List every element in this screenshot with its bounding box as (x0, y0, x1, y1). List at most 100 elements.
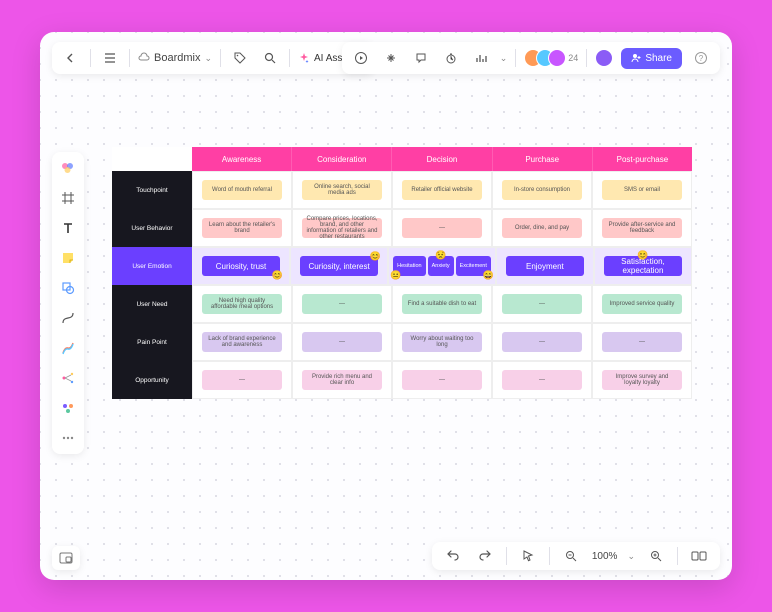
journey-cell[interactable]: — (292, 323, 392, 361)
timer-icon[interactable] (440, 47, 462, 69)
sticky-note[interactable]: Lack of brand experience and awareness (202, 332, 281, 352)
journey-cell[interactable]: — (492, 323, 592, 361)
sticky-note[interactable]: Satisfaction, expectation😊 (604, 256, 681, 276)
comment-icon[interactable] (410, 47, 432, 69)
journey-cell[interactable]: Worry about waiting too long (392, 323, 492, 361)
color-palette-tool[interactable] (58, 158, 78, 178)
row-label[interactable]: User Emotion (112, 247, 192, 285)
zoom-out-icon[interactable] (560, 545, 582, 567)
sticky-note[interactable]: SMS or email (602, 180, 681, 200)
chart-icon[interactable] (470, 47, 492, 69)
sticky-note[interactable]: Anxiety😟 (428, 256, 454, 276)
sticky-note[interactable]: — (302, 332, 381, 352)
stamp-tool[interactable] (58, 398, 78, 418)
menu-icon[interactable] (99, 47, 121, 69)
chevron-down-icon[interactable]: ⌄ (627, 551, 635, 562)
pages-icon[interactable] (688, 545, 710, 567)
row-label[interactable]: Pain Point (112, 323, 192, 361)
redo-icon[interactable] (474, 545, 496, 567)
journey-cell[interactable]: Lack of brand experience and awareness (192, 323, 292, 361)
journey-cell[interactable]: Retailer official website (392, 171, 492, 209)
brand-selector[interactable]: Boardmix ⌄ (138, 52, 212, 64)
sticky-note[interactable]: — (302, 294, 381, 314)
help-icon[interactable]: ? (690, 47, 712, 69)
journey-cell[interactable]: — (392, 361, 492, 399)
sticky-note[interactable]: Learn about the retailer's brand (202, 218, 281, 238)
sticky-note[interactable]: Curiosity, interest😊 (300, 256, 377, 276)
journey-map[interactable]: Awareness Consideration Decision Purchas… (112, 147, 692, 399)
cursor-icon[interactable] (517, 545, 539, 567)
text-tool[interactable] (58, 218, 78, 238)
journey-cell[interactable]: Order, dine, and pay (492, 209, 592, 247)
sticky-note[interactable]: Hesitation😐 (393, 256, 425, 276)
sticky-note[interactable]: — (502, 294, 581, 314)
journey-cell[interactable]: — (592, 323, 692, 361)
sticky-note[interactable]: — (402, 218, 481, 238)
journey-cell[interactable]: Provide after-service and feedback (592, 209, 692, 247)
sticky-note[interactable]: — (402, 370, 481, 390)
sticky-note[interactable]: Word of mouth referral (202, 180, 281, 200)
sticky-note[interactable]: Worry about waiting too long (402, 332, 481, 352)
sticky-note[interactable]: Find a suitable dish to eat (402, 294, 481, 314)
column-header[interactable]: Purchase (493, 147, 593, 171)
journey-cell[interactable]: Learn about the retailer's brand (192, 209, 292, 247)
column-header[interactable]: Awareness (192, 147, 292, 171)
sticky-note[interactable]: Curiosity, trust😊 (202, 256, 279, 276)
sticky-note[interactable]: — (502, 370, 581, 390)
sticky-note[interactable]: Provide rich menu and clear info (302, 370, 381, 390)
collaborator-avatars[interactable]: 24 (524, 49, 578, 67)
journey-cell[interactable]: Provide rich menu and clear info (292, 361, 392, 399)
undo-icon[interactable] (442, 545, 464, 567)
chevron-down-icon[interactable]: ⌄ (500, 53, 508, 64)
minimap-toggle[interactable] (52, 546, 80, 570)
column-header[interactable]: Post-purchase (593, 147, 692, 171)
journey-cell[interactable]: — (392, 209, 492, 247)
play-icon[interactable] (350, 47, 372, 69)
column-header[interactable]: Consideration (292, 147, 392, 171)
more-tools-icon[interactable] (58, 428, 78, 448)
journey-cell[interactable]: Curiosity, trust😊 (192, 247, 290, 285)
journey-cell[interactable]: Satisfaction, expectation😊 (594, 247, 692, 285)
column-header[interactable]: Decision (392, 147, 492, 171)
journey-cell[interactable]: Improve survey and loyalty loyalty (592, 361, 692, 399)
journey-cell[interactable]: — (492, 285, 592, 323)
journey-cell[interactable]: Compare prices, locations, brand, and ot… (292, 209, 392, 247)
zoom-level[interactable]: 100% (592, 551, 618, 562)
back-icon[interactable] (60, 47, 82, 69)
journey-cell[interactable]: — (492, 361, 592, 399)
journey-cell[interactable]: Improved service quality (592, 285, 692, 323)
journey-cell[interactable]: Word of mouth referral (192, 171, 292, 209)
journey-cell[interactable]: SMS or email (592, 171, 692, 209)
journey-cell[interactable]: — (292, 285, 392, 323)
journey-cell[interactable]: Find a suitable dish to eat (392, 285, 492, 323)
journey-cell[interactable]: Need high quality affordable meal option… (192, 285, 292, 323)
sticky-note[interactable]: — (602, 332, 681, 352)
sticky-note[interactable]: In-store consumption (502, 180, 581, 200)
search-icon[interactable] (259, 47, 281, 69)
journey-cell[interactable]: — (192, 361, 292, 399)
sticky-note[interactable]: Excitement😄 (456, 256, 491, 276)
journey-cell[interactable]: In-store consumption (492, 171, 592, 209)
sticky-note[interactable]: Online search, social media ads (302, 180, 381, 200)
journey-cell[interactable]: Hesitation😐Anxiety😟Excitement😄 (388, 247, 496, 285)
shape-tool[interactable] (58, 278, 78, 298)
share-button[interactable]: Share (621, 48, 682, 69)
connector-tool[interactable] (58, 308, 78, 328)
pen-tool[interactable] (58, 338, 78, 358)
zoom-in-icon[interactable] (645, 545, 667, 567)
sticky-note[interactable]: — (502, 332, 581, 352)
sparkle-icon[interactable] (380, 47, 402, 69)
journey-cell[interactable]: Online search, social media ads (292, 171, 392, 209)
sticky-note[interactable]: — (202, 370, 281, 390)
mindmap-tool[interactable] (58, 368, 78, 388)
row-label[interactable]: Touchpoint (112, 171, 192, 209)
sticky-note[interactable]: Improve survey and loyalty loyalty (602, 370, 681, 390)
journey-cell[interactable]: Curiosity, interest😊 (290, 247, 388, 285)
sticky-note[interactable]: Enjoyment (506, 256, 583, 276)
frame-tool[interactable] (58, 188, 78, 208)
sticky-note[interactable]: Improved service quality (602, 294, 681, 314)
sticky-note[interactable]: Provide after-service and feedback (602, 218, 681, 238)
row-label[interactable]: User Need (112, 285, 192, 323)
sticky-note[interactable]: Retailer official website (402, 180, 481, 200)
sticky-note[interactable]: Order, dine, and pay (502, 218, 581, 238)
